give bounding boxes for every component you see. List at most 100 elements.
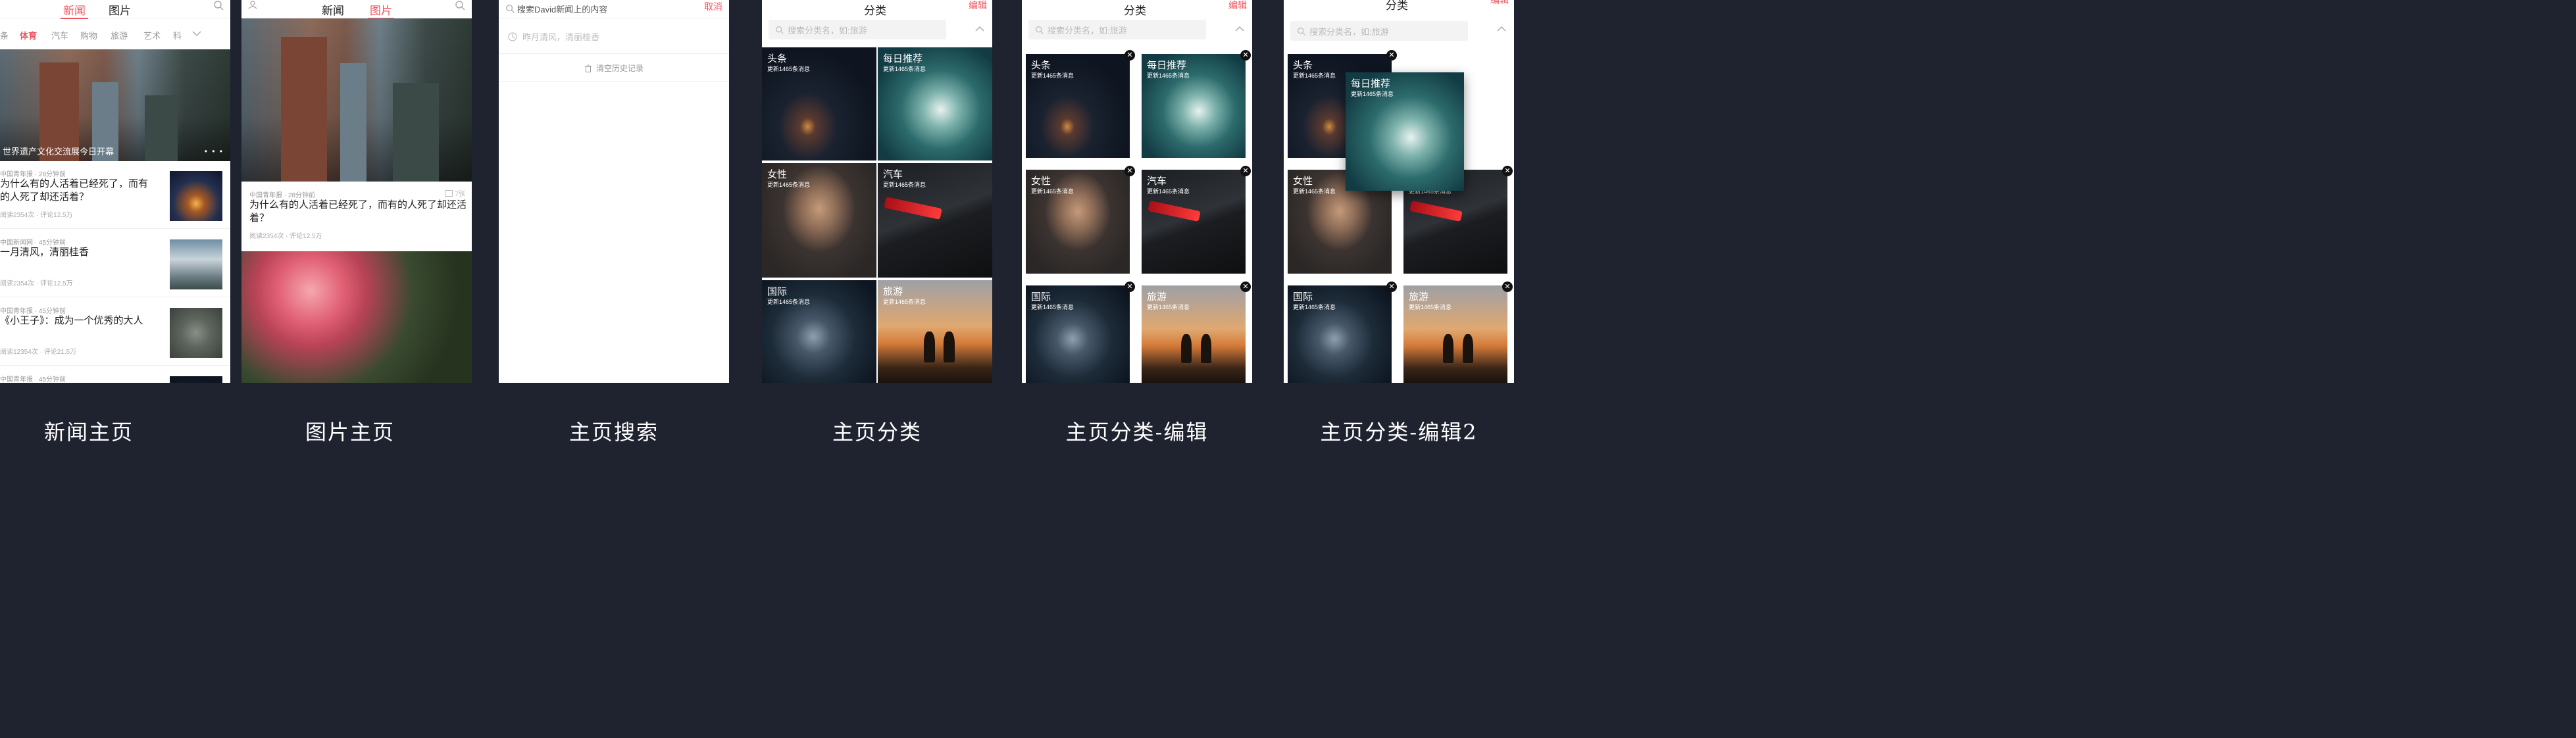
- tab-pics[interactable]: 图片: [370, 1, 392, 18]
- screen-caption: 图片主页: [305, 420, 395, 445]
- search-icon[interactable]: [213, 0, 224, 14]
- news-list-item[interactable]: 中国青年报 · 28分钟前 为什么有的人活着已经死了，而有的人死了却还活着？ 阅…: [0, 162, 230, 229]
- news-header: 新闻 图片: [0, 0, 230, 19]
- search-screen: 搜索David新闻上的内容 取消 昨月清风，清丽桂香 清空历史记录: [499, 0, 729, 383]
- category-name: 国际: [1293, 291, 1313, 303]
- edit-button[interactable]: 编辑: [1228, 0, 1247, 12]
- close-icon[interactable]: ✕: [1502, 282, 1513, 292]
- silhouette: [1181, 334, 1192, 364]
- tab-underline: [61, 18, 88, 19]
- search-history-item[interactable]: 昨月清风，清丽桂香: [499, 20, 729, 54]
- news-list-item[interactable]: 中国青年报 · 45分钟前: [0, 367, 230, 383]
- category-tile-dragging[interactable]: 每日推荐 更新1465条消息: [1346, 72, 1464, 191]
- chevron-up-icon[interactable]: [1235, 24, 1244, 36]
- category-search-input[interactable]: 搜索分类名，如:旅游: [1290, 21, 1468, 41]
- tab-category[interactable]: 艺术: [143, 29, 161, 41]
- chevron-down-icon[interactable]: [192, 29, 201, 39]
- chevron-up-icon[interactable]: [975, 24, 984, 36]
- tab-news[interactable]: 新闻: [63, 1, 86, 18]
- category-name: 旅游: [883, 286, 903, 297]
- pics-home-screen: 新闻 图片 中国青年报 · 28分钟前 7张 为什么有的人活着已经死了，而有的人…: [241, 0, 472, 383]
- news-stats: 阅读12354次 · 评论21.5万: [0, 349, 77, 356]
- silhouette: [944, 332, 955, 362]
- edit-button[interactable]: 编辑: [1490, 0, 1509, 7]
- screen-caption: 新闻主页: [43, 420, 134, 445]
- category-tile[interactable]: 旅游 更新1465条消息: [1142, 285, 1246, 383]
- category-search-input[interactable]: 搜索分类名，如:旅游: [769, 20, 946, 39]
- news-title: 《小王子》：成为一个优秀的大人: [0, 315, 143, 326]
- car-light: [1409, 200, 1463, 222]
- category-sub: 更新1465条消息: [1351, 91, 1394, 97]
- tab-category[interactable]: 购物: [80, 29, 97, 41]
- category-name: 旅游: [1147, 291, 1167, 303]
- close-icon[interactable]: ✕: [1124, 166, 1135, 176]
- close-icon[interactable]: ✕: [1386, 282, 1397, 292]
- category-tile[interactable]: 国际 更新1465条消息: [762, 280, 876, 383]
- tab-category-sports[interactable]: 体育: [20, 29, 37, 41]
- tab-category[interactable]: 科: [173, 29, 182, 41]
- cancel-button[interactable]: 取消: [704, 0, 722, 13]
- news-list-item[interactable]: 中国新闻网 · 45分钟前 一月清风，清丽桂香 阅读2354次 · 评论12.5…: [0, 230, 230, 297]
- category-sub: 更新1465条消息: [767, 299, 811, 305]
- news-thumbnail: [170, 171, 222, 221]
- search-icon[interactable]: [455, 0, 465, 14]
- banner-image[interactable]: 世界遗产文化交流展今日开幕 • • •: [0, 49, 230, 161]
- gallery-image[interactable]: [241, 18, 472, 182]
- category-tile[interactable]: 旅游 更新1465条消息: [878, 280, 992, 383]
- category-tile[interactable]: 汽车 更新1465条消息: [1142, 170, 1246, 274]
- category-sub: 更新1465条消息: [767, 182, 811, 188]
- tab-category[interactable]: 条: [0, 29, 9, 41]
- category-tabs: 条 体育 汽车 购物 旅游 艺术 科: [0, 25, 230, 42]
- chevron-up-icon[interactable]: [1497, 24, 1506, 36]
- category-name: 汽车: [1147, 176, 1167, 187]
- banner-indicator: • • •: [204, 147, 224, 156]
- close-icon[interactable]: ✕: [1502, 166, 1513, 176]
- close-icon[interactable]: ✕: [1386, 50, 1397, 61]
- search-icon: [1298, 27, 1305, 36]
- category-tile[interactable]: 头条 更新1465条消息: [1026, 54, 1130, 158]
- tab-pics[interactable]: 图片: [109, 1, 131, 18]
- tab-category[interactable]: 旅游: [111, 29, 128, 41]
- category-header: 分类 编辑: [1284, 0, 1514, 13]
- clear-history-button[interactable]: 清空历史记录: [499, 55, 729, 82]
- category-sub: 更新1465条消息: [767, 66, 811, 72]
- category-tile[interactable]: 汽车 更新1465条消息: [878, 163, 992, 278]
- news-meta: 中国青年报 · 28分钟前: [0, 171, 66, 178]
- category-search-input[interactable]: 搜索分类名，如:旅游: [1028, 20, 1206, 39]
- category-name: 汽车: [883, 169, 903, 180]
- close-icon[interactable]: ✕: [1124, 50, 1135, 61]
- news-thumbnail: [170, 376, 222, 383]
- building-shape: [281, 37, 327, 182]
- close-icon[interactable]: ✕: [1240, 166, 1251, 176]
- category-tile[interactable]: 每日推荐 更新1465条消息: [1142, 54, 1246, 158]
- tab-news[interactable]: 新闻: [322, 1, 344, 18]
- close-icon[interactable]: ✕: [1124, 282, 1135, 292]
- category-tile[interactable]: 女性 更新1465条消息: [762, 163, 876, 278]
- category-sub: 更新1465条消息: [1409, 304, 1452, 310]
- screen-caption: 主页搜索: [568, 420, 659, 445]
- close-icon[interactable]: ✕: [1240, 282, 1251, 292]
- category-tile[interactable]: 头条 更新1465条消息: [762, 47, 876, 160]
- category-name: 头条: [1293, 60, 1313, 71]
- category-sub: 更新1465条消息: [883, 66, 926, 72]
- car-light: [1148, 200, 1201, 222]
- category-tile[interactable]: 国际 更新1465条消息: [1288, 285, 1392, 383]
- category-title: 分类: [1124, 5, 1146, 17]
- category-header: 分类 编辑: [1022, 0, 1252, 18]
- search-input[interactable]: 搜索David新闻上的内容: [505, 0, 696, 17]
- gallery-item[interactable]: 中国青年报 · 28分钟前 7张 为什么有的人活着已经死了，而有的人死了却还活着…: [241, 183, 472, 251]
- avatar-icon[interactable]: [248, 0, 257, 12]
- category-tile[interactable]: 国际 更新1465条消息: [1026, 285, 1130, 383]
- close-icon[interactable]: ✕: [1240, 50, 1251, 61]
- tab-category[interactable]: 汽车: [51, 29, 68, 41]
- category-title: 分类: [1386, 0, 1408, 12]
- gallery-image[interactable]: [241, 251, 472, 383]
- category-tile[interactable]: 女性 更新1465条消息: [1026, 170, 1130, 274]
- search-icon: [776, 26, 784, 34]
- edit-button[interactable]: 编辑: [969, 0, 987, 12]
- category-tile[interactable]: 每日推荐 更新1465条消息: [878, 47, 992, 160]
- category-tile[interactable]: 旅游 更新1465条消息: [1403, 285, 1507, 383]
- category-name: 每日推荐: [1147, 60, 1187, 71]
- gallery-count-label: 7张: [455, 191, 465, 198]
- news-list-item[interactable]: 中国青年报 · 45分钟前 《小王子》：成为一个优秀的大人 阅读12354次 ·…: [0, 299, 230, 366]
